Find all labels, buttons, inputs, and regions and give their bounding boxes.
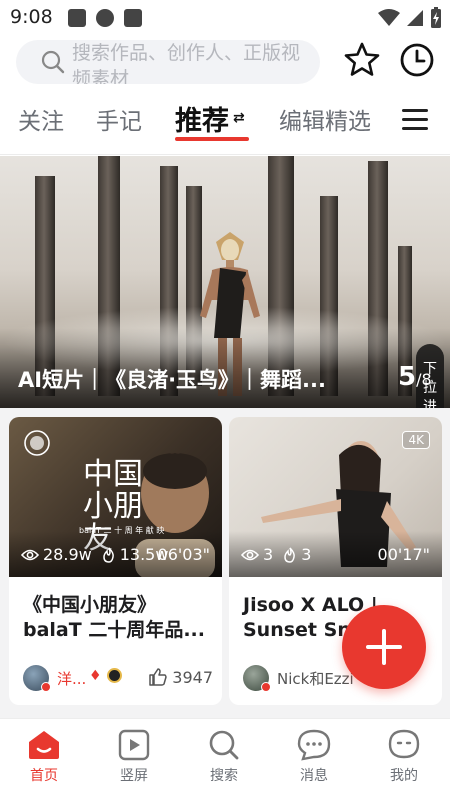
level-badge-icon	[107, 668, 122, 683]
nav-search-label: 搜索	[210, 768, 238, 784]
verified-badge-icon	[41, 682, 51, 692]
brand-seal-icon	[24, 430, 50, 456]
nav-messages[interactable]: 消息	[279, 729, 349, 785]
system-icons	[378, 7, 442, 29]
card-footer: 洋... ♦ 3947	[23, 665, 213, 692]
status-bar: 9:08	[0, 0, 450, 36]
video-thumbnail: 4K 3 3 00'17"	[229, 417, 442, 577]
video-card[interactable]: 中国小朋友 balaT 二 十 周 年 献 映 28.9w 13.5w 06'0…	[9, 417, 222, 705]
tab-editor-picks[interactable]: 编辑精选	[279, 102, 371, 136]
video-duration: 06'03"	[157, 545, 210, 564]
search-input[interactable]: 搜索作品、创作人、正版视频素材	[16, 40, 320, 84]
home-icon	[29, 731, 59, 759]
hero-page-indicator: 5/8	[398, 362, 432, 392]
tab-following[interactable]: 关注	[18, 102, 64, 136]
verified-badge-icon	[261, 682, 271, 692]
hot-flame-icon	[284, 546, 296, 563]
wifi-icon	[378, 9, 400, 26]
nav-profile[interactable]: 我的	[369, 729, 439, 785]
video-thumbnail: 中国小朋友 balaT 二 十 周 年 献 映 28.9w 13.5w 06'0…	[9, 417, 222, 577]
menu-icon[interactable]	[402, 109, 428, 136]
nav-home-label: 首页	[30, 768, 58, 784]
author-name[interactable]: Nick和Ezzi	[277, 668, 354, 689]
video-title[interactable]: 《中国小朋友》balaT 二十周年品...	[23, 593, 213, 643]
nav-home[interactable]: 首页	[9, 729, 79, 785]
hot-count: 3	[301, 545, 312, 564]
swap-arrows-icon[interactable]: ⇄	[233, 110, 245, 126]
message-icon	[297, 729, 331, 761]
search-placeholder: 搜索作品、创作人、正版视频素材	[72, 42, 301, 84]
channel-tabs: 关注 手记 推荐 ⇄ 编辑精选	[0, 96, 450, 146]
history-clock-icon[interactable]	[398, 41, 436, 79]
views-count: 28.9w	[43, 545, 92, 564]
video-stats: 28.9w 13.5w	[21, 545, 168, 564]
views-eye-icon	[21, 549, 39, 560]
nav-vertical[interactable]: 竖屏	[99, 729, 169, 785]
nav-profile-label: 我的	[390, 768, 418, 784]
video-stats: 3 3	[241, 545, 311, 564]
gallery-notification-icon	[68, 9, 86, 27]
diamond-badge-icon: ♦	[89, 668, 102, 684]
active-tab-indicator	[175, 137, 249, 141]
tab-recommend[interactable]: 推荐	[175, 99, 229, 138]
quality-badge-4k: 4K	[402, 431, 430, 449]
bottom-navigation: 首页 竖屏 搜索 消息 我的	[0, 718, 450, 800]
hot-flame-icon	[102, 546, 114, 563]
search-icon	[209, 730, 239, 760]
app-notification-icon	[96, 9, 114, 27]
nav-vertical-label: 竖屏	[120, 768, 148, 784]
like-counter[interactable]: 3947	[148, 667, 213, 687]
nav-messages-label: 消息	[300, 768, 328, 784]
search-icon	[41, 50, 65, 74]
views-count: 3	[263, 545, 274, 564]
hero-caption: AI短片｜《良渚·玉鸟》｜舞蹈...	[18, 368, 326, 392]
notification-icons	[68, 9, 142, 27]
pull-hint-char: 进	[423, 399, 437, 408]
likes-count: 3947	[172, 667, 213, 687]
video-duration: 00'17"	[377, 545, 430, 564]
play-icon	[118, 729, 150, 761]
favorites-star-icon[interactable]	[343, 41, 381, 79]
views-eye-icon	[241, 549, 259, 560]
thumbs-up-icon	[149, 668, 168, 686]
signal-icon	[407, 10, 423, 26]
author-name[interactable]: 洋...	[57, 668, 86, 689]
font-notification-icon	[124, 9, 142, 27]
battery-icon	[431, 7, 441, 28]
status-time: 9:08	[10, 6, 53, 28]
page-current: 5	[398, 362, 417, 392]
divider	[0, 154, 450, 155]
page-total: /8	[416, 370, 432, 389]
profile-icon	[388, 729, 420, 759]
nav-search[interactable]: 搜索	[189, 729, 259, 785]
create-post-button[interactable]	[342, 605, 426, 689]
plus-icon-vertical	[382, 629, 386, 665]
tab-notes[interactable]: 手记	[96, 102, 142, 136]
